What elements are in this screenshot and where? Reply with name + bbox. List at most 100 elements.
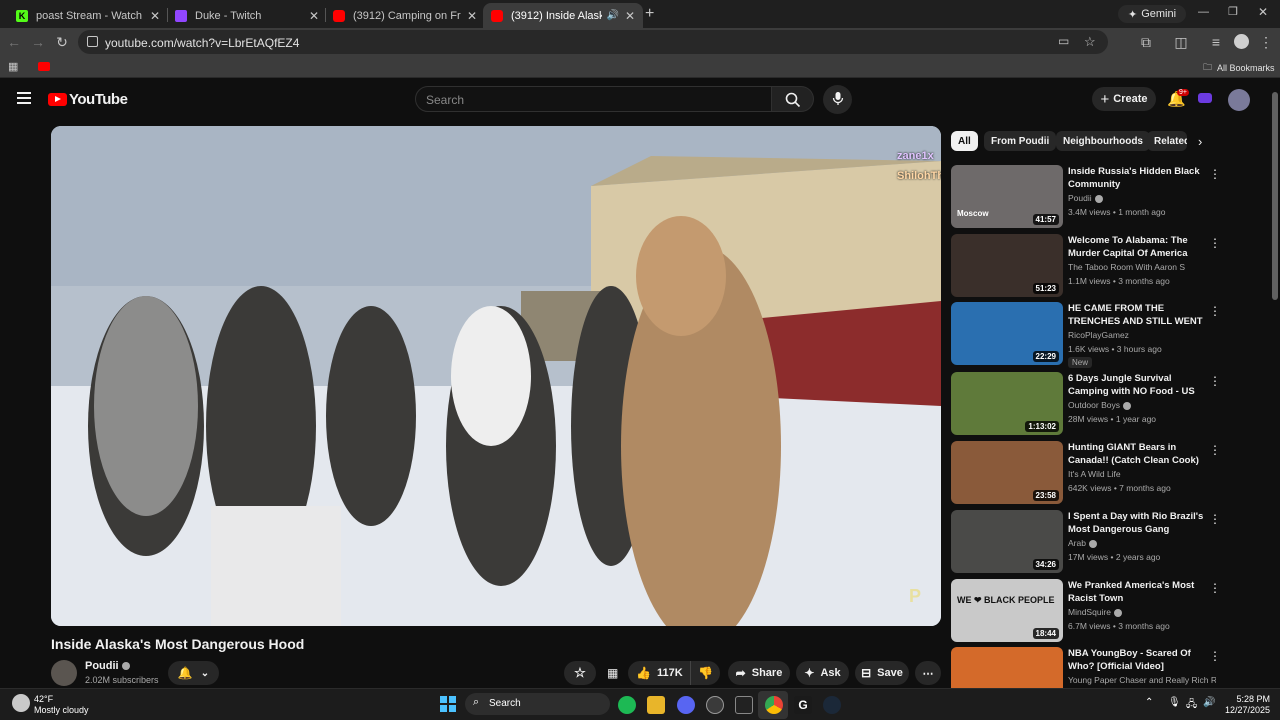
more-vertical-icon[interactable]: ⋮ [1209,236,1221,250]
page-scrollbar[interactable] [1270,80,1280,688]
recommendation-item[interactable]: 1:13:02 6 Days Jungle Survival Camping wi… [951,372,1221,436]
channel-name-link[interactable]: Poudii [85,660,130,672]
dislike-button[interactable]: 👎 [690,661,720,685]
video-thumbnail[interactable]: 51:23 [951,234,1063,297]
ask-button[interactable]: ✦ Ask [796,661,849,685]
gemini-button[interactable]: ✦ Gemini [1118,5,1187,23]
recommendation-channel[interactable]: It's A Wild Life [1068,469,1216,479]
recommendation-channel[interactable]: The Taboo Room With Aaron S [1068,262,1216,272]
recommendation-title[interactable]: 6 Days Jungle Survival Camping with NO F… [1068,372,1208,399]
video-thumbnail[interactable]: 1:13:02 [951,372,1063,435]
browser-tab-kick[interactable]: K poast Stream - Watch Live on Kick ✕ [8,3,168,28]
browser-tab-youtube-camping[interactable]: (3912) Camping on Frozen Ocean ✕ [325,3,485,28]
video-thumbnail[interactable]: Moscow 41:57 [951,165,1063,228]
site-info-icon[interactable] [87,36,98,47]
more-actions-button[interactable]: ⋯ [915,661,941,685]
more-vertical-icon[interactable]: ⋮ [1209,374,1221,388]
recommendation-item[interactable]: 51:23 Welcome To Alabama: The Murder Capi… [951,234,1221,298]
recommendation-channel[interactable]: RicoPlayGamez [1068,330,1216,340]
windows-start-icon[interactable] [440,696,456,712]
recommendation-channel[interactable]: MindSquire [1068,607,1216,617]
youtube-logo[interactable]: YouTube [48,91,128,108]
taskbar-date[interactable]: 12/27/2025 [1220,705,1270,715]
video-thumbnail[interactable]: WE ❤ BLACK PEOPLE 18:44 [951,579,1063,642]
video-player[interactable]: zane1x ShilohTheWorldsC P [51,126,941,626]
audio-playing-icon[interactable]: 🔊 [606,10,618,21]
weather-description[interactable]: Mostly cloudy [34,705,89,715]
media-control-icon[interactable]: ≡ [1208,34,1224,50]
close-tab-icon[interactable]: ✕ [625,9,635,23]
scrollbar-thumb[interactable] [1272,92,1278,300]
recommendation-title[interactable]: Hunting GIANT Bears in Canada!! (Catch C… [1068,441,1208,467]
apps-grid-icon[interactable]: ▦ [8,60,18,73]
youtube-bookmark-icon[interactable] [38,62,50,71]
close-window-icon[interactable]: ✕ [1258,5,1268,19]
subscribed-notifications-button[interactable]: 🔔 ⌄ [168,661,219,685]
recommendation-title[interactable]: Welcome To Alabama: The Murder Capital O… [1068,234,1208,261]
more-vertical-icon[interactable]: ⋮ [1209,581,1221,595]
chip-related[interactable]: Related [1147,131,1187,151]
browser-tab-twitch[interactable]: Duke - Twitch ✕ [167,3,327,28]
recommendation-title[interactable]: NBA YoungBoy - Scared Of Who? [Official … [1068,647,1208,673]
cast-icon[interactable]: ▭ [1058,34,1069,48]
like-button[interactable]: 👍 117K [628,661,690,685]
more-vertical-icon[interactable]: ⋮ [1209,512,1221,526]
channel-avatar[interactable] [51,660,77,686]
forward-arrow-icon[interactable]: → [30,34,46,50]
more-vertical-icon[interactable]: ⋮ [1209,649,1221,663]
taskbar-time[interactable]: 5:28 PM [1232,694,1270,704]
recommendation-item[interactable]: 23:58 Hunting GIANT Bears in Canada!! (Ca… [951,441,1221,505]
reload-icon[interactable]: ↻ [54,34,70,50]
video-thumbnail[interactable]: 34:26 [951,510,1063,573]
tray-overflow-chevron-icon[interactable]: ⌃ [1145,697,1153,708]
all-bookmarks-button[interactable]: 🗀 All Bookmarks [1203,60,1275,76]
recommendation-channel[interactable]: Young Paper Chaser and Really Rich Rec..… [1068,675,1216,685]
new-tab-button[interactable]: + [645,5,654,23]
steam-icon[interactable] [823,696,841,714]
g-hub-icon[interactable]: G [794,696,812,714]
chip-neighbourhoods[interactable]: Neighbourhoods [1056,131,1150,151]
recommendation-channel[interactable]: Arab [1068,538,1216,548]
chrome-icon[interactable] [765,696,783,714]
minimize-window-icon[interactable]: — [1198,6,1209,18]
network-icon[interactable]: 🖧 [1186,697,1197,714]
close-tab-icon[interactable]: ✕ [309,9,319,23]
recommendation-channel[interactable]: Poudii [1068,193,1216,203]
premium-icon[interactable] [1198,93,1212,103]
back-arrow-icon[interactable]: ← [6,34,22,50]
more-vertical-icon[interactable]: ⋮ [1209,167,1221,181]
file-explorer-icon[interactable] [647,696,665,714]
account-avatar[interactable] [1228,89,1250,111]
search-input[interactable]: Search [415,86,772,112]
spotify-icon[interactable] [618,696,636,714]
tray-microphone-icon[interactable]: 🎙 [1168,697,1181,708]
recommendation-item[interactable]: 34:26 I Spent a Day with Rio Brazil's Mos… [951,510,1221,574]
bookmark-star-icon[interactable]: ☆ [1084,34,1096,50]
profile-avatar-icon[interactable] [1234,34,1249,49]
search-button[interactable] [772,86,814,112]
voice-search-button[interactable] [823,85,852,114]
more-vertical-icon[interactable]: ⋮ [1209,443,1221,457]
browser-tab-youtube-active[interactable]: (3912) Inside Alaska's Most 🔊 ✕ [483,3,643,28]
recommendation-item[interactable]: Moscow 41:57 Inside Russia's Hidden Black … [951,165,1221,229]
grid-icon[interactable]: ▦ [607,666,618,680]
recommendation-item[interactable]: WE ❤ BLACK PEOPLE 18:44 We Pranked America… [951,579,1221,643]
hamburger-menu-icon[interactable] [17,92,31,104]
recommendation-title[interactable]: Inside Russia's Hidden Black Community [1068,165,1208,191]
chevron-right-icon[interactable]: › [1198,134,1202,149]
recommendation-title[interactable]: HE CAME FROM THE TRENCHES AND STILL WENT… [1068,302,1208,329]
recommendation-title[interactable]: We Pranked America's Most Racist Town [1068,579,1208,605]
recommendation-item[interactable]: 22:29 HE CAME FROM THE TRENCHES AND STILL… [951,302,1221,368]
chip-all[interactable]: All [951,131,978,151]
address-bar[interactable]: youtube.com/watch?v=LbrEtAQfEZ4 ☆ ▭ [78,30,1108,54]
discord-icon[interactable] [677,696,695,714]
recommendation-title[interactable]: I Spent a Day with Rio Brazil's Most Dan… [1068,510,1208,536]
weather-temperature[interactable]: 42°F [34,694,53,704]
video-thumbnail[interactable]: 22:29 [951,302,1063,365]
maximize-window-icon[interactable]: ❐ [1228,5,1238,18]
save-button[interactable]: ⊟ Save [855,661,909,685]
create-button[interactable]: + Create [1092,87,1156,111]
extensions-icon[interactable]: ⧉ [1138,34,1154,50]
volume-icon[interactable]: 🔊 [1203,697,1215,708]
chrome-menu-icon[interactable]: ⋮ [1258,34,1274,50]
